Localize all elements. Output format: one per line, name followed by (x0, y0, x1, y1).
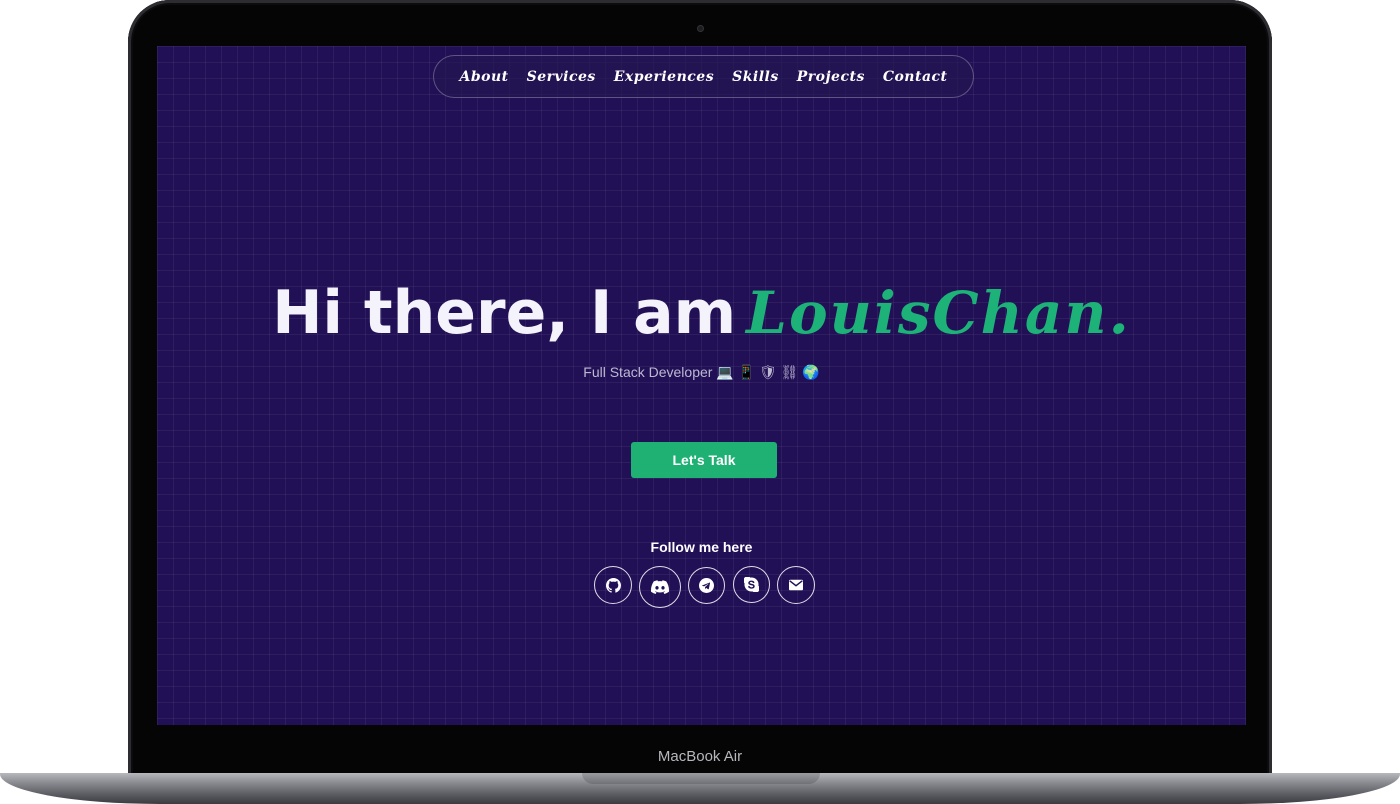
nav-contact-link[interactable]: Contact (883, 69, 948, 85)
follow-title: Follow me here (650, 539, 753, 555)
laptop-notch (582, 773, 820, 784)
discord-icon[interactable] (639, 566, 681, 608)
nav-projects-link[interactable]: Projects (797, 69, 865, 85)
device-label: MacBook Air (657, 748, 743, 765)
hero-heading: Hi there, I am LouisChan. (157, 278, 1246, 348)
camera-icon (697, 25, 704, 32)
hero-greeting: Hi there, I am (272, 278, 737, 348)
email-icon[interactable] (777, 566, 815, 604)
navbar: About Services Experiences Skills Projec… (433, 55, 974, 98)
telegram-icon[interactable] (688, 567, 725, 604)
hero-subtitle: Full Stack Developer 💻 📱 🛡 ⛓ 🌍 (583, 364, 820, 380)
social-links (157, 46, 1246, 725)
hero-name: LouisChan. (746, 279, 1131, 347)
nav-services-link[interactable]: Services (527, 69, 596, 85)
screen: About Services Experiences Skills Projec… (157, 46, 1246, 725)
github-icon[interactable] (594, 566, 632, 604)
nav-skills-link[interactable]: Skills (732, 69, 779, 85)
nav-experiences-link[interactable]: Experiences (614, 69, 714, 85)
nav-about-link[interactable]: About (459, 69, 508, 85)
lets-talk-button[interactable]: Let's Talk (631, 442, 777, 478)
skype-icon[interactable] (733, 566, 770, 603)
